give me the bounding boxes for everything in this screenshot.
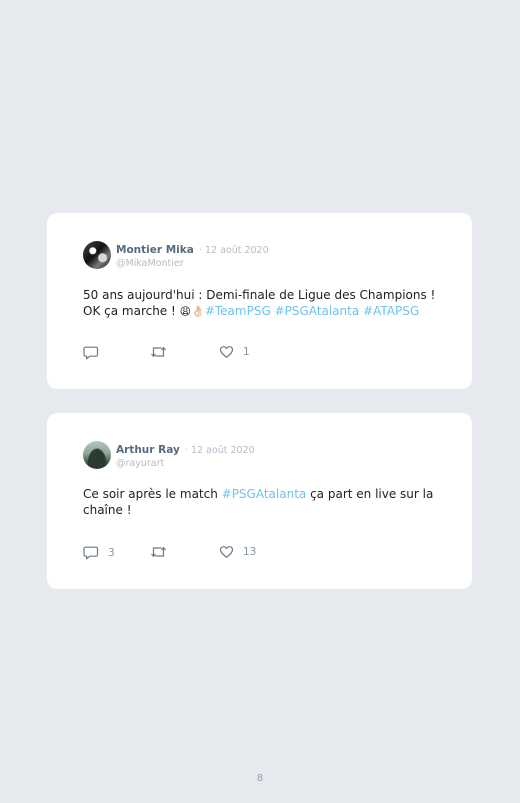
reply-icon xyxy=(83,545,99,560)
retweet-icon xyxy=(150,345,167,359)
like-count: 1 xyxy=(243,346,250,358)
author-handle[interactable]: @MikaMontier xyxy=(116,257,269,270)
tweet-actions: 3 13 xyxy=(83,545,283,561)
hashtag-link[interactable]: #ATAPSG xyxy=(363,304,419,318)
retweet-icon xyxy=(150,545,167,559)
avatar[interactable] xyxy=(83,441,111,469)
reply-button[interactable]: 3 xyxy=(83,545,115,560)
tweet-text-line2: OK ça marche ! xyxy=(83,303,180,318)
tweet-date[interactable]: · 12 août 2020 xyxy=(199,245,269,256)
tweet-text-line1: 50 ans aujourd'hui : Demi-finale de Ligu… xyxy=(83,288,436,302)
author-name[interactable]: Arthur Ray xyxy=(116,444,180,456)
tweet-header: Montier Mika · 12 août 2020 @MikaMontier xyxy=(116,241,269,270)
tweet-actions: 1 xyxy=(83,345,283,361)
retweet-button[interactable] xyxy=(150,545,176,559)
tweet-date[interactable]: · 12 août 2020 xyxy=(185,445,255,456)
heart-icon xyxy=(219,545,234,559)
author-handle[interactable]: @rayurart xyxy=(116,457,255,470)
tweet-text: 50 ans aujourd'hui : Demi-finale de Ligu… xyxy=(83,288,443,319)
emoji: 😩👌🏻 xyxy=(179,304,205,318)
tweet-card[interactable]: Arthur Ray · 12 août 2020 @rayurart Ce s… xyxy=(47,413,472,589)
hashtag-link[interactable]: #PSGAtalanta xyxy=(275,304,360,318)
reply-button[interactable] xyxy=(83,345,108,360)
tweet-text: Ce soir après le match #PSGAtalanta ça p… xyxy=(83,487,443,518)
reply-count: 3 xyxy=(108,546,115,559)
page-number: 8 xyxy=(256,773,264,784)
author-name[interactable]: Montier Mika xyxy=(116,244,194,256)
reply-icon xyxy=(83,345,99,360)
tweet-card[interactable]: Montier Mika · 12 août 2020 @MikaMontier… xyxy=(47,213,472,389)
like-button[interactable]: 1 xyxy=(219,345,250,359)
like-count: 13 xyxy=(243,546,257,558)
tweet-header: Arthur Ray · 12 août 2020 @rayurart xyxy=(116,441,255,470)
like-button[interactable]: 13 xyxy=(219,545,256,559)
hashtag-link[interactable]: #TeamPSG xyxy=(205,304,271,318)
heart-icon xyxy=(219,345,234,359)
tweet-text-before: Ce soir après le match xyxy=(83,487,222,501)
retweet-button[interactable] xyxy=(150,345,176,359)
hashtag-link[interactable]: #PSGAtalanta xyxy=(222,487,307,501)
avatar[interactable] xyxy=(83,241,111,269)
